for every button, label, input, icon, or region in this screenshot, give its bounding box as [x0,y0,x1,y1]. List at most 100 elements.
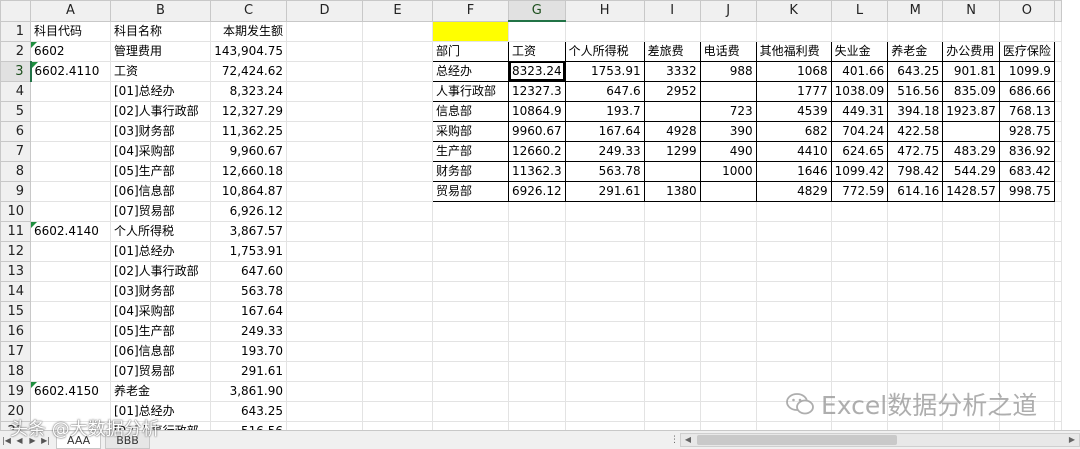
cell-empty[interactable] [644,281,701,302]
cell-e[interactable] [362,281,433,302]
cell-empty[interactable] [756,361,832,382]
cell-empty[interactable] [700,381,757,402]
summary-value-cell[interactable]: 449.31 [830,100,889,122]
cell-empty[interactable] [565,361,645,382]
cell-d[interactable] [286,381,363,402]
cell-empty[interactable] [1054,301,1062,322]
cell-empty[interactable] [756,421,832,430]
cell-d[interactable] [286,421,363,430]
cell-empty[interactable] [1054,401,1062,422]
cell-empty[interactable] [432,301,509,322]
cell-empty[interactable] [432,201,509,222]
cell-empty[interactable] [700,361,757,382]
cell-empty[interactable] [942,341,1000,362]
summary-value-cell[interactable]: 772.59 [830,180,889,202]
summary-value-cell[interactable]: 12660.2 [508,140,566,162]
row-header[interactable]: 13 [0,260,31,282]
cell-empty[interactable] [432,341,509,362]
cell-empty[interactable] [942,361,1000,382]
cell-empty[interactable] [565,221,645,242]
cell-empty[interactable] [644,421,701,430]
cell-empty[interactable] [942,281,1000,302]
cell-empty[interactable] [1054,41,1062,62]
cell-empty[interactable] [565,301,645,322]
cell-b[interactable]: [06]信息部 [110,341,211,362]
column-header-c[interactable]: C [210,0,287,22]
cell-empty[interactable] [999,221,1055,242]
column-header-g[interactable]: G [508,0,566,22]
scroll-right-arrow-icon[interactable]: ▶ [1065,434,1079,446]
cell-c[interactable]: 643.25 [210,401,287,422]
cell-empty[interactable] [432,241,509,262]
cell-empty[interactable] [1054,81,1062,102]
cell-empty[interactable] [1054,141,1062,162]
cell-empty[interactable] [942,21,1000,42]
row-header[interactable]: 6 [0,120,31,142]
summary-header-cell[interactable]: 医疗保险 [998,40,1055,62]
cell-empty[interactable] [644,401,701,422]
cell-empty[interactable] [942,201,1000,222]
cell-b[interactable]: [01]总经办 [110,81,211,102]
summary-value-cell[interactable] [643,160,701,182]
cell-empty[interactable] [508,21,566,42]
cell-empty[interactable] [565,241,645,262]
cell-empty[interactable] [756,301,832,322]
cell-a[interactable] [30,281,111,302]
cell-empty[interactable] [700,221,757,242]
cell-empty[interactable] [999,281,1055,302]
cell-empty[interactable] [756,21,832,42]
cell-empty[interactable] [1054,181,1062,202]
cell-b[interactable]: [07]贸易部 [110,201,211,222]
summary-value-cell[interactable]: 901.81 [942,60,1000,82]
cell-b[interactable]: [06]信息部 [110,181,211,202]
summary-value-cell[interactable]: 422.58 [887,120,944,142]
cell-e[interactable] [362,221,433,242]
cell-d[interactable] [286,281,363,302]
cell-empty[interactable] [432,221,509,242]
cell-empty[interactable] [942,321,1000,342]
cell-empty[interactable] [565,201,645,222]
row-header[interactable]: 14 [0,280,31,302]
cell-empty[interactable] [999,241,1055,262]
cell-a[interactable]: 科目代码 [30,21,111,42]
cell-empty[interactable] [432,421,509,430]
cell-c[interactable]: 193.70 [210,341,287,362]
horizontal-scrollbar[interactable]: ◀ ▶ [680,433,1080,447]
cell-empty[interactable] [887,21,944,42]
summary-value-cell[interactable]: 835.09 [942,80,1000,102]
cell-empty[interactable] [644,341,701,362]
cell-empty[interactable] [831,301,889,322]
cell-empty[interactable] [565,321,645,342]
cell-empty[interactable] [831,281,889,302]
summary-value-cell[interactable]: 9960.67 [508,120,566,142]
cell-empty[interactable] [1054,21,1062,42]
column-header-n[interactable]: N [942,0,1000,22]
summary-value-cell[interactable]: 686.66 [998,80,1055,102]
cell-a[interactable]: 6602.4110 [30,61,111,82]
cell-c[interactable]: 8,323.24 [210,81,287,102]
summary-header-cell[interactable]: 失业金 [830,40,889,62]
summary-value-cell[interactable]: 490 [699,140,757,162]
cell-d[interactable] [286,121,363,142]
cell-c[interactable]: 10,864.87 [210,181,287,202]
cell-empty[interactable] [831,421,889,430]
cell-empty[interactable] [508,301,566,322]
cell-c[interactable]: 563.78 [210,281,287,302]
cell-d[interactable] [286,341,363,362]
cell-empty[interactable] [831,241,889,262]
cell-empty[interactable] [508,341,566,362]
row-header[interactable]: 2 [0,40,31,62]
summary-value-cell[interactable]: 1428.57 [942,180,1000,202]
cell-c[interactable]: 3,861.90 [210,381,287,402]
cell-empty[interactable] [756,201,832,222]
cell-d[interactable] [286,221,363,242]
row-header[interactable]: 8 [0,160,31,182]
cell-empty[interactable] [565,21,645,42]
cell-empty[interactable] [700,321,757,342]
cell-e[interactable] [362,381,433,402]
summary-value-cell[interactable]: 291.61 [564,180,645,202]
cell-empty[interactable] [565,381,645,402]
cell-empty[interactable] [999,21,1055,42]
cell-b[interactable]: 管理费用 [110,41,211,62]
summary-value-cell[interactable]: 1000 [699,160,757,182]
